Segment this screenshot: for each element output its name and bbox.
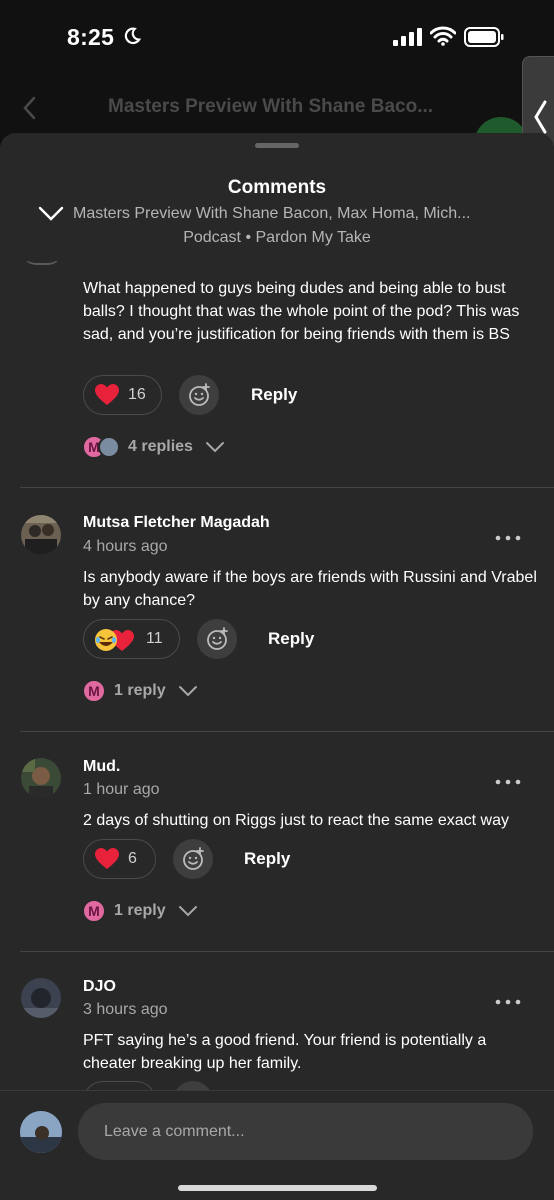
reaction-pill[interactable]: 6 bbox=[83, 839, 156, 879]
comment-timestamp: 3 hours ago bbox=[83, 1001, 168, 1018]
avatar[interactable] bbox=[21, 978, 61, 1018]
divider bbox=[20, 951, 554, 952]
comments-list[interactable]: What happened to guys being dudes and be… bbox=[0, 261, 554, 1091]
add-emoji-icon bbox=[189, 383, 210, 406]
divider bbox=[20, 731, 554, 732]
view-replies-button[interactable]: M 4 replies bbox=[82, 435, 225, 459]
comment-username[interactable]: DJO bbox=[83, 978, 116, 996]
background-title: Masters Preview With Shane Baco... bbox=[108, 96, 434, 117]
reply-button[interactable]: Reply bbox=[244, 849, 290, 869]
wifi-icon bbox=[430, 26, 456, 46]
reply-button[interactable]: Reply bbox=[268, 629, 314, 649]
reaction-count: 16 bbox=[128, 386, 146, 403]
comment-username[interactable]: Mud. bbox=[83, 758, 120, 776]
reply-avatar bbox=[98, 436, 120, 458]
status-time: 8:25 bbox=[67, 24, 115, 50]
reply-avatar: M bbox=[82, 899, 106, 923]
comment-text: 2 days of shutting on Riggs just to reac… bbox=[83, 812, 509, 829]
battery-icon bbox=[464, 27, 504, 47]
replies-label: 1 reply bbox=[114, 682, 166, 699]
avatar[interactable] bbox=[21, 758, 61, 798]
back-arrow-icon[interactable] bbox=[20, 94, 40, 122]
view-replies-button[interactable]: M 1 reply bbox=[82, 679, 198, 703]
laughing-heart-emoji-icon bbox=[95, 629, 134, 651]
reaction-count: 6 bbox=[128, 850, 137, 867]
moon-icon bbox=[124, 27, 141, 45]
chevron-down-icon bbox=[178, 906, 197, 917]
divider bbox=[20, 487, 554, 488]
comments-sheet: Comments Masters Preview With Shane Baco… bbox=[0, 133, 554, 1200]
more-options-icon[interactable] bbox=[494, 997, 522, 1007]
sheet-title: Comments bbox=[227, 177, 327, 198]
user-avatar bbox=[20, 1111, 62, 1153]
add-reaction-button[interactable] bbox=[197, 619, 237, 659]
avatar[interactable] bbox=[21, 515, 61, 555]
status-bar: 8:25 bbox=[0, 0, 554, 80]
comment-username[interactable]: Mutsa Fletcher Magadah bbox=[83, 514, 270, 532]
comment-composer bbox=[0, 1090, 554, 1200]
comment-text: Is anybody aware if the boys are friends… bbox=[83, 569, 537, 609]
home-indicator bbox=[178, 1185, 377, 1191]
comment-text: PFT saying he’s a good friend. Your frie… bbox=[83, 1032, 487, 1072]
reaction-pill[interactable]: 16 bbox=[83, 375, 162, 415]
chevron-down-icon[interactable] bbox=[38, 206, 64, 222]
reaction-pill[interactable]: 11 bbox=[83, 619, 180, 659]
reply-button[interactable]: Reply bbox=[251, 385, 297, 405]
more-options-icon[interactable] bbox=[494, 533, 522, 543]
chevron-down-icon bbox=[178, 686, 197, 697]
comment-input[interactable] bbox=[78, 1103, 533, 1160]
episode-title[interactable]: Masters Preview With Shane Bacon, Max Ho… bbox=[73, 205, 470, 223]
reply-avatar: M bbox=[82, 679, 106, 703]
comment-timestamp: 1 hour ago bbox=[83, 781, 160, 798]
podcast-name: Podcast • Pardon My Take bbox=[183, 229, 371, 246]
reaction-count: 11 bbox=[146, 630, 163, 647]
avatar bbox=[22, 261, 62, 265]
replies-label: 1 reply bbox=[114, 902, 166, 919]
heart-icon bbox=[95, 848, 119, 869]
comment-timestamp: 4 hours ago bbox=[83, 538, 168, 555]
add-reaction-button[interactable] bbox=[179, 375, 219, 415]
chevron-down-icon bbox=[205, 442, 224, 453]
more-options-icon[interactable] bbox=[494, 777, 522, 787]
replies-label: 4 replies bbox=[128, 438, 193, 455]
sheet-grabber[interactable] bbox=[255, 143, 299, 148]
comment-text: What happened to guys being dudes and be… bbox=[83, 280, 520, 343]
background-header: Masters Preview With Shane Baco... bbox=[0, 80, 554, 171]
heart-icon bbox=[95, 384, 119, 405]
view-replies-button[interactable]: M 1 reply bbox=[82, 899, 198, 923]
add-reaction-button[interactable] bbox=[173, 839, 213, 879]
sheet-header: Comments Masters Preview With Shane Baco… bbox=[0, 133, 554, 261]
chevron-left-icon bbox=[534, 100, 547, 134]
signal-icon bbox=[393, 28, 422, 46]
add-emoji-icon bbox=[207, 627, 228, 650]
add-emoji-icon bbox=[183, 847, 204, 870]
